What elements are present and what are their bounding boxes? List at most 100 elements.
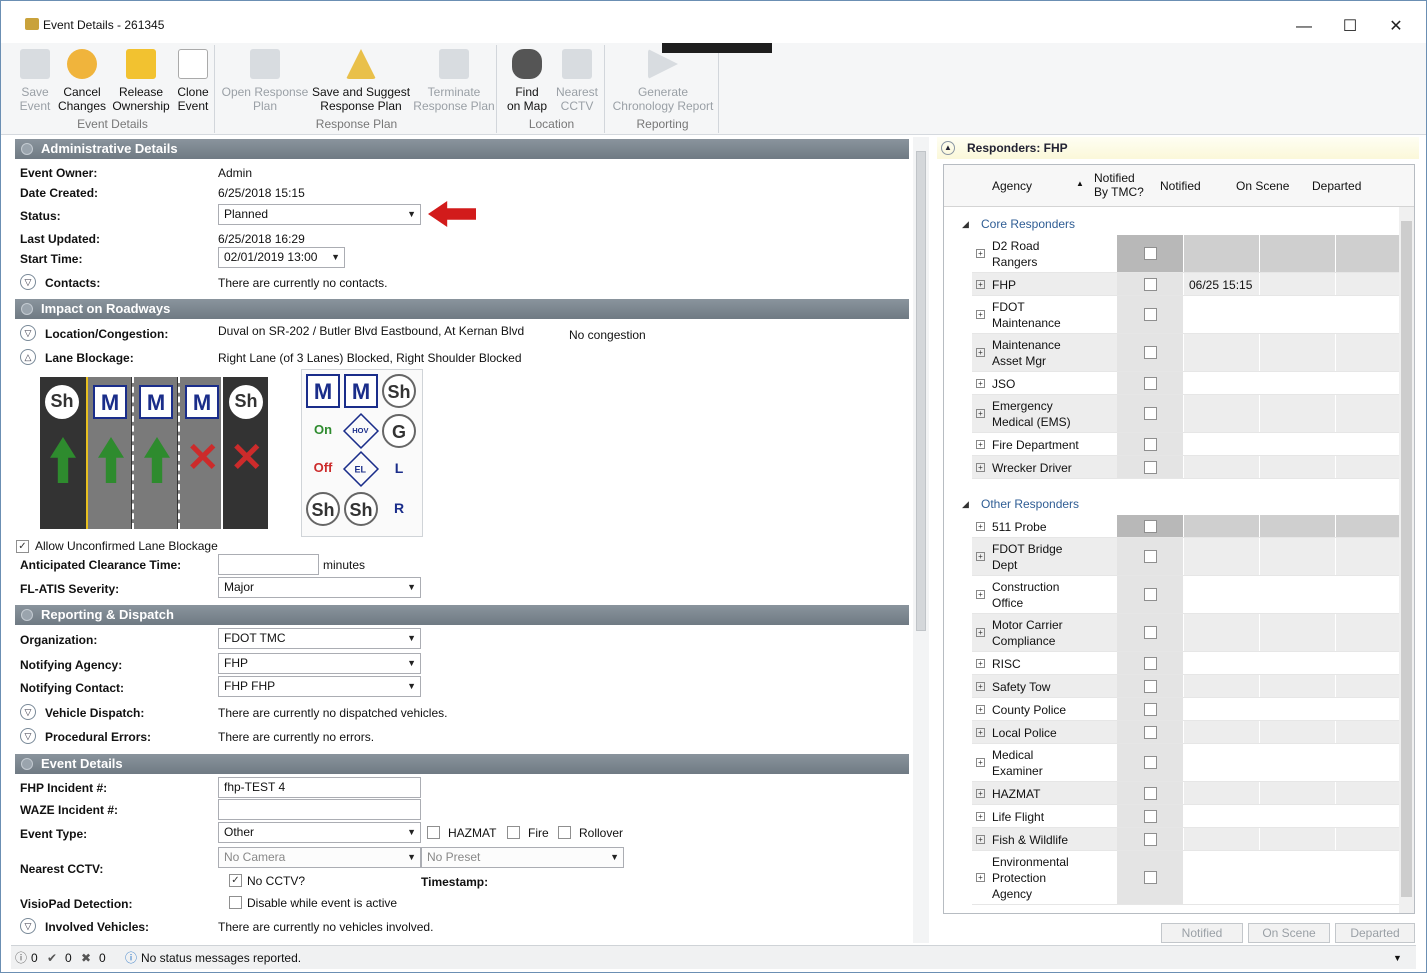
column-notified[interactable]: Notified: [1160, 179, 1201, 193]
responder-row[interactable]: + Motor Carrier Compliance: [972, 614, 1399, 652]
start-time-picker[interactable]: 02/01/2019 13:00 ▼: [218, 247, 345, 268]
scroll-thumb[interactable]: [916, 151, 926, 631]
expand-row-icon[interactable]: +: [976, 590, 985, 599]
lane-main-3[interactable]: M ✕: [178, 377, 223, 529]
column-agency[interactable]: Agency: [992, 179, 1032, 193]
event-type-dropdown[interactable]: Other ▼: [218, 822, 421, 843]
responder-row[interactable]: + Local Police: [972, 721, 1399, 744]
notifying-agency-dropdown[interactable]: FHP ▼: [218, 653, 421, 674]
notifying-contact-dropdown[interactable]: FHP FHP ▼: [218, 676, 421, 697]
grid-scrollbar[interactable]: [1399, 207, 1414, 913]
waze-incident-input[interactable]: [218, 799, 421, 820]
collapse-icon[interactable]: ▲: [941, 141, 955, 155]
camera-dropdown[interactable]: No Camera ▼: [218, 847, 421, 868]
responder-row[interactable]: + Fish & Wildlife: [972, 828, 1399, 851]
responder-row[interactable]: + Safety Tow: [972, 675, 1399, 698]
clearance-time-input[interactable]: [218, 554, 319, 575]
responder-row[interactable]: + Life Flight: [972, 805, 1399, 828]
fire-checkbox[interactable]: [507, 826, 520, 839]
shoulder-tool[interactable]: Sh: [306, 492, 340, 526]
expand-row-icon[interactable]: +: [976, 758, 985, 767]
clone-event-button[interactable]: Clone Event: [173, 49, 213, 113]
notified-by-tmc-checkbox[interactable]: [1144, 550, 1157, 563]
scroll-thumb[interactable]: [1401, 221, 1412, 897]
expand-row-icon[interactable]: +: [976, 522, 985, 531]
notified-by-tmc-checkbox[interactable]: [1144, 726, 1157, 739]
expand-vehicle-dispatch-icon[interactable]: ▽: [20, 704, 36, 720]
section-administrative-details[interactable]: Administrative Details: [15, 139, 909, 159]
notified-by-tmc-checkbox[interactable]: [1144, 520, 1157, 533]
disable-visiopad-checkbox[interactable]: [229, 896, 242, 909]
rollover-checkbox[interactable]: [558, 826, 571, 839]
terminate-response-plan-button[interactable]: Terminate Response Plan: [413, 49, 495, 113]
column-departed[interactable]: Departed: [1312, 179, 1361, 193]
expand-row-icon[interactable]: +: [976, 705, 985, 714]
responder-row[interactable]: + JSO: [972, 372, 1399, 395]
release-ownership-button[interactable]: Release Ownership: [111, 49, 171, 113]
section-event-details[interactable]: Event Details: [15, 754, 909, 774]
notified-by-tmc-checkbox[interactable]: [1144, 871, 1157, 884]
mark-on-scene-button[interactable]: On Scene: [1248, 923, 1330, 943]
status-dropdown[interactable]: Planned ▼: [218, 204, 421, 225]
notified-by-tmc-checkbox[interactable]: [1144, 626, 1157, 639]
hazmat-checkbox[interactable]: [427, 826, 440, 839]
mark-notified-button[interactable]: Notified: [1161, 923, 1243, 943]
expand-row-icon[interactable]: +: [976, 552, 985, 561]
responder-row[interactable]: + Emergency Medical (EMS): [972, 395, 1399, 433]
notified-by-tmc-checkbox[interactable]: [1144, 308, 1157, 321]
cancel-changes-button[interactable]: Cancel Changes: [57, 49, 107, 113]
expand-row-icon[interactable]: +: [976, 379, 985, 388]
left-turn-lane-tool[interactable]: L: [382, 452, 416, 486]
nearest-cctv-button[interactable]: Nearest CCTV: [553, 49, 601, 113]
responder-row[interactable]: + Construction Office: [972, 576, 1399, 614]
preset-dropdown[interactable]: No Preset ▼: [421, 847, 624, 868]
expand-row-icon[interactable]: +: [976, 628, 985, 637]
expand-row-icon[interactable]: +: [976, 659, 985, 668]
minimize-button[interactable]: —: [1281, 13, 1327, 41]
responder-row[interactable]: + Wrecker Driver: [972, 456, 1399, 479]
notified-by-tmc-checkbox[interactable]: [1144, 833, 1157, 846]
column-notified-by-tmc[interactable]: Notified By TMC?: [1094, 171, 1144, 199]
section-reporting-dispatch[interactable]: Reporting & Dispatch: [15, 605, 909, 625]
collapse-icon[interactable]: [21, 758, 33, 770]
find-on-map-button[interactable]: Find on Map: [503, 49, 551, 113]
lane-shoulder-left[interactable]: Sh: [40, 377, 85, 529]
save-event-button[interactable]: Save Event: [15, 49, 55, 113]
responder-row[interactable]: + RISC: [972, 652, 1399, 675]
responder-row[interactable]: + Environmental Protection Agency: [972, 851, 1399, 905]
shoulder-tool[interactable]: Sh: [382, 374, 416, 408]
allow-unconfirmed-checkbox[interactable]: ✓: [16, 540, 29, 553]
responder-row[interactable]: + FHP 06/25 15:15: [972, 273, 1399, 296]
expand-involved-vehicles-icon[interactable]: ▽: [20, 918, 36, 934]
notified-by-tmc-checkbox[interactable]: [1144, 680, 1157, 693]
close-button[interactable]: ✕: [1373, 13, 1419, 41]
status-dropdown-arrow-icon[interactable]: ▼: [1393, 946, 1402, 970]
responder-group-header[interactable]: ◢ Other Responders: [944, 493, 1399, 515]
expand-row-icon[interactable]: +: [976, 310, 985, 319]
expand-row-icon[interactable]: +: [976, 728, 985, 737]
collapse-lane-blockage-icon[interactable]: △: [20, 349, 36, 365]
expand-row-icon[interactable]: +: [976, 280, 985, 289]
responder-row[interactable]: + Medical Examiner: [972, 744, 1399, 782]
main-lane-tool[interactable]: M: [344, 374, 378, 408]
expand-row-icon[interactable]: +: [976, 873, 985, 882]
collapse-icon[interactable]: [21, 303, 33, 315]
lane-main-2[interactable]: M: [132, 377, 177, 529]
maximize-button[interactable]: ☐: [1327, 13, 1373, 41]
form-scrollbar[interactable]: [913, 137, 929, 943]
main-lane-tool[interactable]: M: [306, 374, 340, 408]
collapse-icon[interactable]: [21, 609, 33, 621]
notified-by-tmc-checkbox[interactable]: [1144, 278, 1157, 291]
drag-handle[interactable]: [662, 43, 772, 53]
lane-main-1[interactable]: M: [86, 377, 131, 529]
notified-by-tmc-checkbox[interactable]: [1144, 247, 1157, 260]
gore-tool[interactable]: G: [382, 414, 416, 448]
express-lane-tool[interactable]: EL: [342, 450, 380, 488]
lane-shoulder-right[interactable]: Sh ✕: [224, 377, 269, 529]
notified-by-tmc-checkbox[interactable]: [1144, 657, 1157, 670]
expand-row-icon[interactable]: +: [976, 463, 985, 472]
expand-row-icon[interactable]: +: [976, 682, 985, 691]
expand-procedural-errors-icon[interactable]: ▽: [20, 728, 36, 744]
notified-by-tmc-checkbox[interactable]: [1144, 810, 1157, 823]
expand-row-icon[interactable]: +: [976, 789, 985, 798]
